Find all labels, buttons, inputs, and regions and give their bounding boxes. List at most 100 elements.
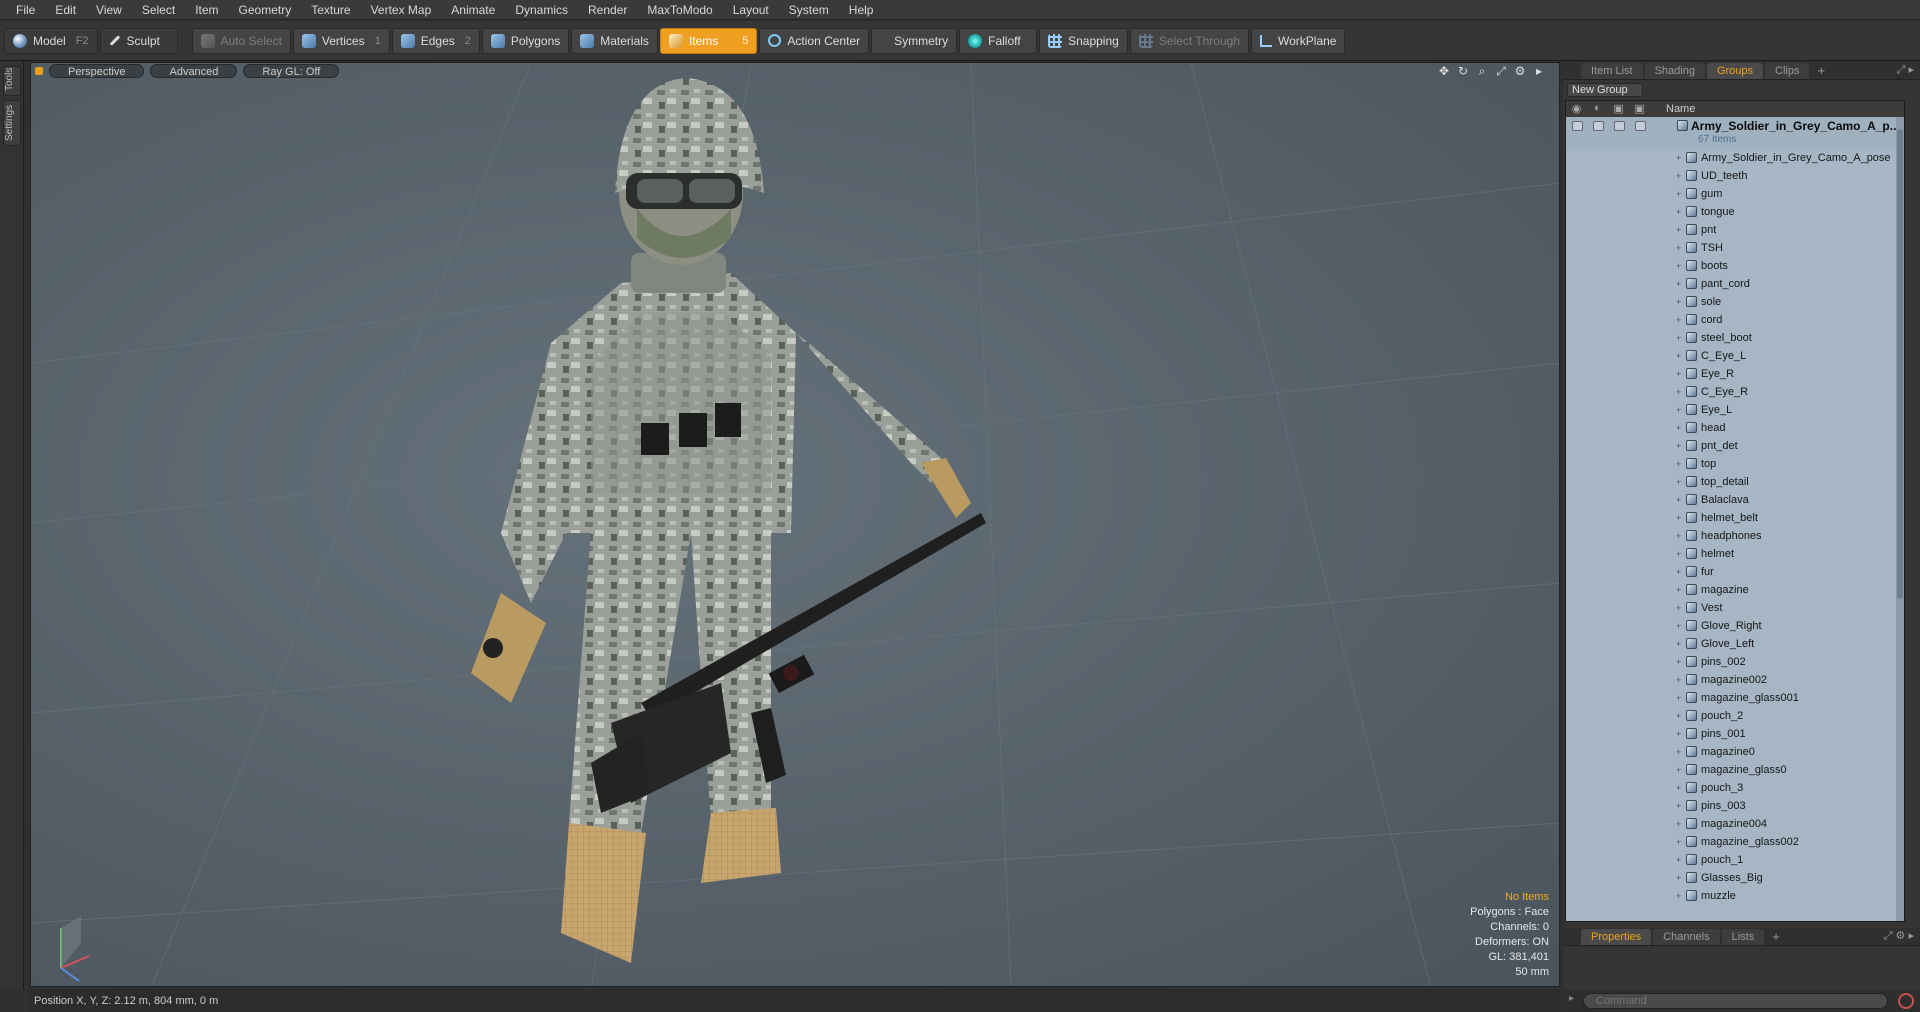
expand-icon[interactable]: + [1676,401,1681,419]
raygl-toggle[interactable]: Ray GL: Off [243,64,340,78]
expand-icon[interactable]: + [1676,185,1681,203]
falloff-button[interactable]: Falloff [959,27,1038,54]
list-item[interactable]: + magazine_glass001 [1566,689,1904,707]
tab-properties[interactable]: Properties [1581,929,1652,945]
expand-icon[interactable]: + [1676,455,1681,473]
list-item[interactable]: + boots [1566,257,1904,275]
symmetry-button[interactable]: Symmetry [871,27,958,54]
list-item[interactable]: + magazine [1566,581,1904,599]
list-item[interactable]: + Glove_Left [1566,635,1904,653]
list-item[interactable]: + magazine002 [1566,671,1904,689]
render-icon[interactable]: ◐ [1587,102,1608,116]
expand-icon[interactable]: + [1676,221,1681,239]
tab-tools[interactable]: Tools [3,66,21,96]
list-item[interactable]: + magazine_glass002 [1566,833,1904,851]
list-item[interactable]: + magazine_glass0 [1566,761,1904,779]
list-item[interactable]: + pouch_3 [1566,779,1904,797]
list-item[interactable]: + Eye_R [1566,365,1904,383]
expand-icon[interactable]: + [1676,527,1681,545]
expand-icon[interactable]: + [1676,311,1681,329]
list-item[interactable]: + Army_Soldier_in_Grey_Camo_A_pose [1566,149,1904,167]
expand-icon[interactable]: + [1676,473,1681,491]
expand-icon[interactable]: + [1676,851,1681,869]
list-item[interactable]: + magazine004 [1566,815,1904,833]
command-history-icon[interactable]: ▸ [1569,993,1574,1004]
command-input[interactable] [1583,993,1888,1009]
list-item[interactable]: + pins_003 [1566,797,1904,815]
vertices-button[interactable]: Vertices 1 [292,27,390,54]
list-item[interactable]: + magazine0 [1566,743,1904,761]
expand-icon[interactable]: + [1676,581,1681,599]
menu-select[interactable]: Select [132,0,185,20]
expand-icon[interactable]: + [1676,599,1681,617]
expand-icon[interactable]: + [1676,779,1681,797]
visibility-eye-icon[interactable]: ◉ [1566,102,1587,116]
expand-icon[interactable]: + [1676,653,1681,671]
list-scrollbar[interactable] [1896,117,1904,921]
select-icon[interactable]: ▣ [1629,102,1650,116]
expand-icon[interactable]: + [1676,743,1681,761]
expand-icon[interactable]: + [1676,833,1681,851]
menu-view[interactable]: View [86,0,132,20]
list-item[interactable]: + head [1566,419,1904,437]
model-button[interactable]: Model F2 [4,27,98,54]
tab-groups[interactable]: Groups [1706,63,1764,79]
list-item[interactable]: + C_Eye_R [1566,383,1904,401]
menu-layout[interactable]: Layout [723,0,779,20]
menu-maxtomodo[interactable]: MaxToModo [637,0,722,20]
list-item[interactable]: + pnt_det [1566,437,1904,455]
expand-icon[interactable]: + [1676,707,1681,725]
action-center-button[interactable]: Action Center [759,27,870,54]
menu-dynamics[interactable]: Dynamics [505,0,578,20]
expand-icon[interactable]: + [1676,815,1681,833]
snapping-button[interactable]: Snapping [1039,27,1128,54]
expand-icon[interactable]: + [1676,149,1681,167]
eye-toggle[interactable] [1572,121,1583,131]
expand-icon[interactable]: + [1676,419,1681,437]
expand-icon[interactable]: + [1676,491,1681,509]
expand-icon[interactable]: + [1676,671,1681,689]
list-item[interactable]: + pouch_2 [1566,707,1904,725]
list-item[interactable]: + pins_001 [1566,725,1904,743]
command-execute-icon[interactable] [1898,993,1914,1009]
list-item[interactable]: + muzzle [1566,887,1904,905]
expand-icon[interactable]: + [1676,365,1681,383]
tab-item-list[interactable]: Item List [1581,63,1643,79]
tab-settings[interactable]: Settings [3,100,21,146]
maximize-icon[interactable]: ⤢ [1495,65,1507,77]
list-item[interactable]: + UD_teeth [1566,167,1904,185]
expand-icon[interactable]: + [1676,563,1681,581]
expand-panel-icon[interactable]: ⤢ ▸ [1897,63,1914,77]
list-item[interactable]: + fur [1566,563,1904,581]
expand-icon[interactable]: + [1676,437,1681,455]
expand-icon[interactable]: + [1676,347,1681,365]
new-group-button[interactable]: New Group [1567,83,1643,97]
menu-texture[interactable]: Texture [301,0,360,20]
expand-icon[interactable]: + [1676,725,1681,743]
viewport-menu-icon[interactable] [35,67,43,75]
expand-icon[interactable]: + [1676,167,1681,185]
expand-icon[interactable]: + [1676,545,1681,563]
expand-icon[interactable]: + [1676,869,1681,887]
list-item[interactable]: + top_detail [1566,473,1904,491]
tab-lists[interactable]: Lists [1721,929,1765,945]
expand-icon[interactable]: + [1676,383,1681,401]
pan-icon[interactable]: ✥ [1438,65,1450,77]
list-item[interactable]: + C_Eye_L [1566,347,1904,365]
group-root-row[interactable]: Army_Soldier_in_Grey_Camo_A_p... 67 Item… [1566,117,1904,149]
list-item[interactable]: + TSH [1566,239,1904,257]
list-item[interactable]: + Balaclava [1566,491,1904,509]
list-item[interactable]: + Glasses_Big [1566,869,1904,887]
list-item[interactable]: + sole [1566,293,1904,311]
expand-icon[interactable]: + [1676,617,1681,635]
list-item[interactable]: + helmet [1566,545,1904,563]
list-item[interactable]: + pouch_1 [1566,851,1904,869]
list-item[interactable]: + gum [1566,185,1904,203]
play-icon[interactable]: ▸ [1533,65,1545,77]
tab-shading[interactable]: Shading [1644,63,1705,79]
workplane-button[interactable]: WorkPlane [1251,27,1346,54]
expand-icon[interactable]: + [1676,689,1681,707]
select-toggle[interactable] [1635,121,1646,131]
perspective-dropdown[interactable]: Perspective [49,64,145,78]
menu-render[interactable]: Render [578,0,637,20]
